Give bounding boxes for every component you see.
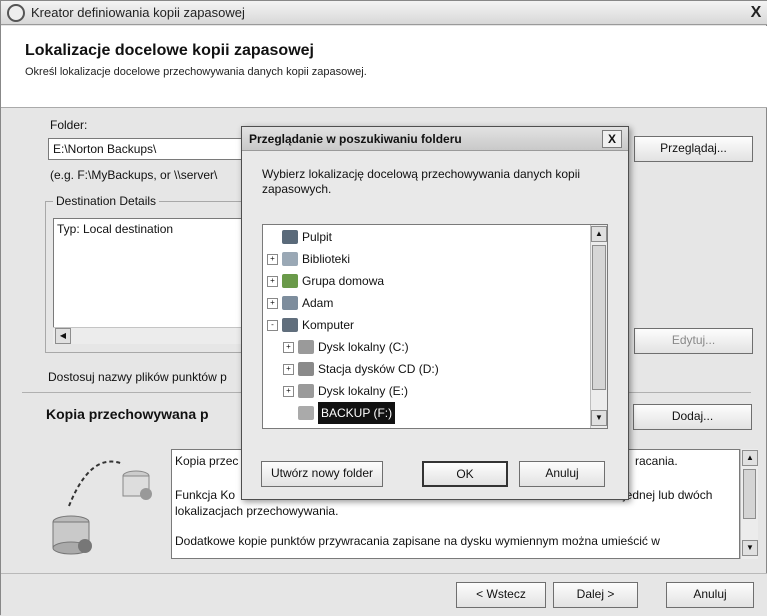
expand-icon[interactable]: +	[283, 363, 294, 375]
tree-node-label: Adam	[302, 296, 334, 310]
scroll-left-icon[interactable]: ◀	[55, 328, 71, 344]
next-button[interactable]: Dalej >	[553, 582, 638, 608]
tree-node-label: Dysk lokalny (C:)	[318, 340, 409, 354]
offsite-copy-title: Kopia przechowywana p	[46, 406, 209, 422]
browse-button[interactable]: Przeglądaj...	[634, 136, 753, 162]
dialog-title: Przeglądanie w poszukiwaniu folderu	[249, 132, 462, 146]
back-button[interactable]: < Wstecz	[456, 582, 546, 608]
wizard-footer: < Wstecz Dalej > Anuluj	[1, 573, 767, 616]
folder-hint: (e.g. F:\MyBackups, or \\server\	[50, 168, 218, 182]
edit-button[interactable]: Edytuj...	[634, 328, 753, 354]
info-vertical-scrollbar[interactable]: ▲ ▼	[740, 449, 758, 559]
tree-node[interactable]: + Dysk lokalny (C:)	[267, 336, 587, 358]
folder-label: Folder:	[50, 118, 88, 132]
info-line-2b: jednej lub dwóch	[623, 488, 713, 502]
tree-node-label: BACKUP (F:)	[318, 402, 396, 424]
tree-node[interactable]: + Dysk lokalny (E:)	[267, 380, 587, 402]
tree-node-label: Grupa domowa	[302, 274, 385, 288]
tree-node[interactable]: + Grupa domowa	[267, 270, 587, 292]
page-subtitle: Określ lokalizacje docelowe przechowywan…	[25, 66, 367, 78]
tree-node-label: Komputer	[302, 318, 355, 332]
folder-input[interactable]: E:\Norton Backups\	[48, 138, 248, 160]
scroll-thumb[interactable]	[743, 469, 756, 519]
tree-node-label: Stacja dysków CD (D:)	[318, 362, 439, 376]
wizard-header: Lokalizacje docelowe kopii zapasowej Okr…	[1, 26, 767, 108]
tree-node[interactable]: + Biblioteki	[267, 248, 587, 270]
info-line-2a: Funkcja Ko	[175, 488, 236, 502]
scroll-down-icon[interactable]: ▼	[742, 540, 758, 556]
tree-node[interactable]: +Sieć	[267, 424, 587, 429]
cancel-button[interactable]: Anuluj	[666, 582, 754, 608]
tree-scroll-up-icon[interactable]: ▲	[591, 226, 607, 242]
expand-icon[interactable]: +	[267, 275, 278, 287]
drive-icon	[298, 340, 314, 354]
tree-node[interactable]: + Adam	[267, 292, 587, 314]
tree-node[interactable]: BACKUP (F:)	[267, 402, 587, 424]
tree-node-label: Dysk lokalny (E:)	[318, 384, 409, 398]
browse-folder-dialog: Przeglądanie w poszukiwaniu folderu X Wy…	[241, 126, 629, 500]
homegroup-icon	[282, 274, 298, 288]
collapse-icon[interactable]: -	[267, 319, 278, 331]
tree-scroll-thumb[interactable]	[592, 245, 606, 390]
expand-icon[interactable]: +	[283, 341, 294, 353]
destination-type-text: Typ: Local destination	[57, 222, 174, 236]
tree-node-label: Biblioteki	[302, 252, 351, 266]
removable-drive-icon	[298, 406, 314, 420]
norton-app-icon	[7, 4, 25, 22]
add-button[interactable]: Dodaj...	[633, 404, 752, 430]
details-horizontal-scrollbar[interactable]: ◀	[53, 327, 243, 344]
customize-filenames-label: Dostosuj nazwy plików punktów p	[48, 370, 227, 384]
info-line-3: lokalizacjach przechowywania.	[175, 504, 339, 518]
window-close-button[interactable]: X	[746, 3, 766, 23]
network-icon	[282, 428, 298, 429]
dialog-close-button[interactable]: X	[602, 130, 622, 148]
dialog-title-bar: Przeglądanie w poszukiwaniu folderu X	[242, 127, 628, 151]
info-line-1b: racania.	[635, 454, 678, 468]
expand-icon[interactable]: +	[267, 297, 278, 309]
library-icon	[282, 252, 298, 266]
user-icon	[282, 296, 298, 310]
folder-tree[interactable]: Pulpit + Biblioteki + Grupa domowa + Adam - Komp…	[262, 224, 608, 429]
destination-details-legend: Destination Details	[53, 194, 160, 208]
drive-icon	[298, 384, 314, 398]
cd-drive-icon	[298, 362, 314, 376]
computer-icon	[282, 318, 298, 332]
title-bar: Kreator definiowania kopii zapasowej X	[1, 1, 767, 25]
new-folder-button[interactable]: Utwórz nowy folder	[261, 461, 383, 487]
tree-node-label: Pulpit	[302, 230, 333, 244]
page-title: Lokalizacje docelowe kopii zapasowej	[25, 42, 314, 59]
tree-node-label: Sieć	[302, 424, 325, 428]
desktop-icon	[282, 230, 298, 244]
tree-node[interactable]: Pulpit	[267, 226, 587, 248]
scroll-up-icon[interactable]: ▲	[742, 450, 758, 466]
destination-details-box: Typ: Local destination	[53, 218, 243, 344]
dialog-cancel-button[interactable]: Anuluj	[519, 461, 605, 487]
info-line-1a: Kopia przec	[175, 454, 239, 468]
window-title: Kreator definiowania kopii zapasowej	[31, 5, 245, 20]
backup-copy-illustration-icon	[41, 446, 161, 556]
expand-icon[interactable]: +	[283, 385, 294, 397]
tree-vertical-scrollbar[interactable]: ▲ ▼	[590, 225, 607, 428]
info-line-4: Dodatkowe kopie punktów przywracania zap…	[175, 534, 660, 548]
tree-node[interactable]: + Stacja dysków CD (D:)	[267, 358, 587, 380]
tree-node[interactable]: - Komputer	[267, 314, 587, 336]
expand-icon[interactable]: +	[267, 253, 278, 265]
dialog-prompt: Wybierz lokalizację docelową przechowywa…	[262, 167, 581, 196]
dialog-ok-button[interactable]: OK	[422, 461, 508, 487]
tree-scroll-down-icon[interactable]: ▼	[591, 410, 607, 426]
